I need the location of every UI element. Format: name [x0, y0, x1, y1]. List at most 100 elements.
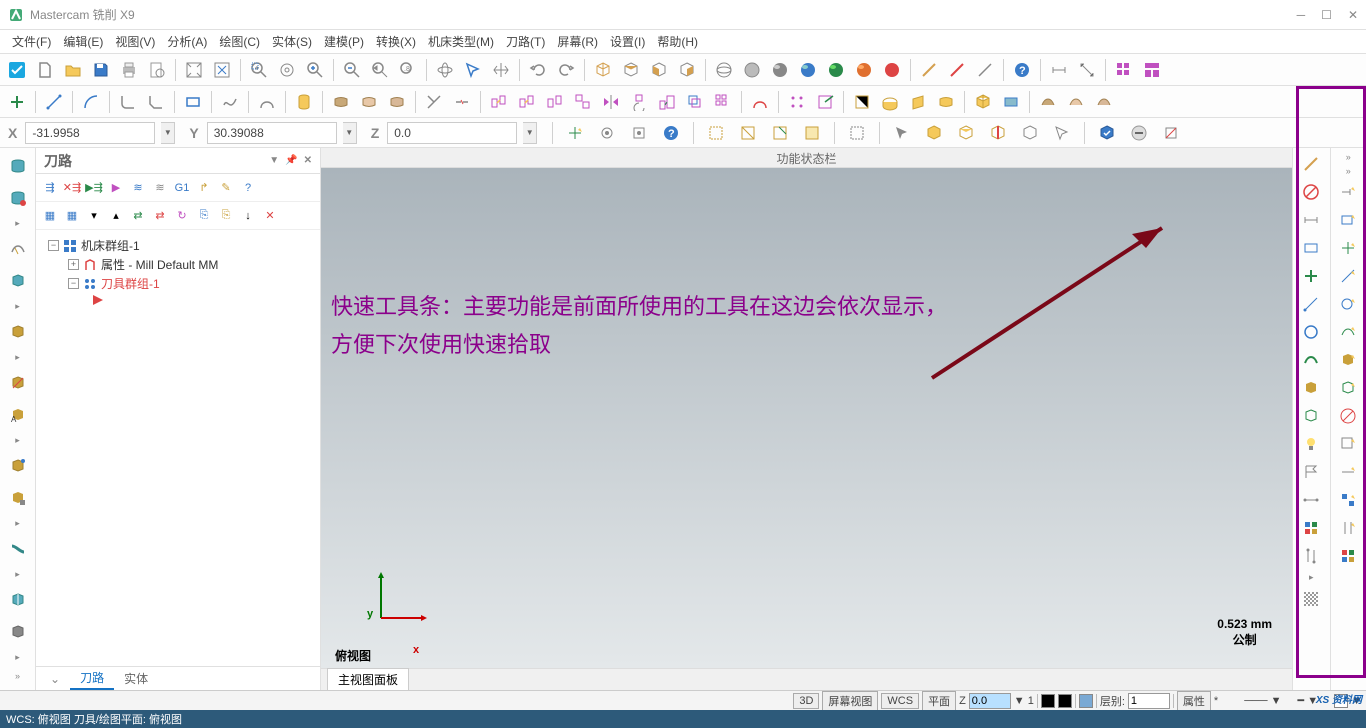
xform2-icon[interactable]	[514, 89, 540, 115]
mru-dim-icon[interactable]	[1296, 208, 1326, 232]
zoom-previous-icon[interactable]	[367, 57, 393, 83]
exit-icon[interactable]	[812, 89, 838, 115]
tb4-icon[interactable]: ▴	[106, 206, 126, 226]
menu-draw[interactable]: 绘图(C)	[213, 31, 266, 52]
status-step[interactable]: ▼ 1	[1014, 695, 1034, 707]
tab-toolpaths[interactable]: 刀路	[70, 667, 114, 690]
mru-circle-icon[interactable]	[1296, 320, 1326, 344]
box6-icon[interactable]	[4, 586, 32, 614]
menu-screen[interactable]: 屏幕(R)	[551, 31, 604, 52]
tb11-icon[interactable]: ✕	[260, 206, 280, 226]
status-attr[interactable]: 属性	[1177, 691, 1211, 711]
mru-line-icon[interactable]	[1296, 292, 1326, 316]
cursor-icon[interactable]	[460, 57, 486, 83]
surf3-icon[interactable]	[384, 89, 410, 115]
stock2-icon[interactable]	[4, 184, 32, 212]
tree-props[interactable]: + 属性 - Mill Default MM	[40, 255, 316, 274]
box1-icon[interactable]	[4, 267, 32, 295]
surf2-icon[interactable]	[356, 89, 382, 115]
outline-shaded-icon[interactable]	[879, 57, 905, 83]
xform1-icon[interactable]	[486, 89, 512, 115]
tb3-icon[interactable]: ▾	[84, 206, 104, 226]
delete-icon[interactable]	[747, 89, 773, 115]
break-icon[interactable]	[449, 89, 475, 115]
dyn-rotate-icon[interactable]	[432, 57, 458, 83]
lock-icon[interactable]: ✎	[216, 178, 236, 198]
tb5-icon[interactable]: ⇄	[128, 206, 148, 226]
status-plane[interactable]: 平面	[922, 691, 956, 711]
xform-mirror-icon[interactable]	[598, 89, 624, 115]
chevron-icon[interactable]: »	[1346, 152, 1351, 162]
selbox-icon[interactable]	[844, 120, 870, 146]
toggle-icon[interactable]	[1158, 120, 1184, 146]
status-wcs[interactable]: WCS	[881, 693, 919, 709]
mru-point-icon[interactable]	[1296, 264, 1326, 288]
mru-dim2-icon[interactable]	[1296, 488, 1326, 512]
mru-vert-icon[interactable]	[1296, 544, 1326, 568]
post-icon[interactable]: G1	[172, 178, 192, 198]
tab-solids[interactable]: 实体	[114, 668, 158, 689]
verify-icon[interactable]: ≋	[150, 178, 170, 198]
solid1-icon[interactable]	[849, 89, 875, 115]
menu-toolpath[interactable]: 刀路(T)	[500, 31, 551, 52]
wireframe-icon[interactable]	[711, 57, 737, 83]
cylinder-icon[interactable]	[291, 89, 317, 115]
r-bolt7-icon[interactable]	[1333, 348, 1363, 372]
menu-help[interactable]: 帮助(H)	[651, 31, 704, 52]
pan-icon[interactable]	[488, 57, 514, 83]
sweep1-icon[interactable]	[1035, 89, 1061, 115]
xform-array-icon[interactable]	[710, 89, 736, 115]
point-icon[interactable]	[4, 89, 30, 115]
end-sel-icon[interactable]	[1126, 120, 1152, 146]
backplot-icon[interactable]: ≋	[128, 178, 148, 198]
collapse-icon[interactable]: −	[48, 240, 59, 251]
tb10-icon[interactable]: ↓	[238, 206, 258, 226]
mru-chk-icon[interactable]	[1296, 587, 1326, 611]
status-z-input[interactable]	[969, 693, 1011, 709]
xform3-icon[interactable]	[542, 89, 568, 115]
r-bolt8-icon[interactable]	[1333, 376, 1363, 400]
color-swatch-3[interactable]	[1079, 694, 1093, 708]
mru-disabled-icon[interactable]	[1296, 180, 1326, 204]
viewport[interactable]: 快速工具条：主要功能是前面所使用的工具在这边会依次显示， 方便下次使用快速拾取 …	[321, 168, 1292, 668]
mru-sweep-icon[interactable]	[1296, 348, 1326, 372]
mru-rect-icon[interactable]	[1296, 236, 1326, 260]
layout-icon[interactable]	[1139, 57, 1165, 83]
sel-none-icon[interactable]: ✕⇶	[62, 178, 82, 198]
xform4-icon[interactable]	[570, 89, 596, 115]
r-bolt4-icon[interactable]	[1333, 264, 1363, 288]
zoom-8-icon[interactable]: .8	[395, 57, 421, 83]
r-bolt6-icon[interactable]	[1333, 320, 1363, 344]
mru-color-icon[interactable]	[1296, 516, 1326, 540]
save-icon[interactable]	[88, 57, 114, 83]
tb7-icon[interactable]: ↻	[172, 206, 192, 226]
undo-icon[interactable]	[525, 57, 551, 83]
tb6-icon[interactable]: ⇄	[150, 206, 170, 226]
menu-machine[interactable]: 机床类型(M)	[422, 31, 500, 52]
mru-bulb-icon[interactable]	[1296, 432, 1326, 456]
maximize-button[interactable]: ☐	[1321, 8, 1332, 22]
panel-pin-icon[interactable]: 📌	[285, 155, 297, 166]
r-no-icon[interactable]	[1333, 404, 1363, 428]
sel1-icon[interactable]	[703, 120, 729, 146]
status-line-dd[interactable]: ─── ▼	[1244, 695, 1281, 707]
mru-box-icon[interactable]	[1296, 376, 1326, 400]
line2-icon[interactable]	[944, 57, 970, 83]
sel4-icon[interactable]	[799, 120, 825, 146]
autocursor-icon[interactable]	[626, 120, 652, 146]
front-view-icon[interactable]	[646, 57, 672, 83]
status-3d[interactable]: 3D	[793, 693, 819, 709]
expand-icon[interactable]: +	[68, 259, 79, 270]
planar-icon[interactable]	[998, 89, 1024, 115]
zoom-window-icon[interactable]	[246, 57, 272, 83]
shaded-hidden-icon[interactable]	[739, 57, 765, 83]
sel3-icon[interactable]	[767, 120, 793, 146]
box-a-icon[interactable]: A	[4, 401, 32, 429]
pick-edge-icon[interactable]	[985, 120, 1011, 146]
expand-icon[interactable]: ▸	[1309, 572, 1314, 583]
sweep2-icon[interactable]	[1063, 89, 1089, 115]
xform-rotate-icon[interactable]	[626, 89, 652, 115]
shaded-icon[interactable]	[795, 57, 821, 83]
fastpoint-icon[interactable]	[562, 120, 588, 146]
solid3-icon[interactable]	[905, 89, 931, 115]
